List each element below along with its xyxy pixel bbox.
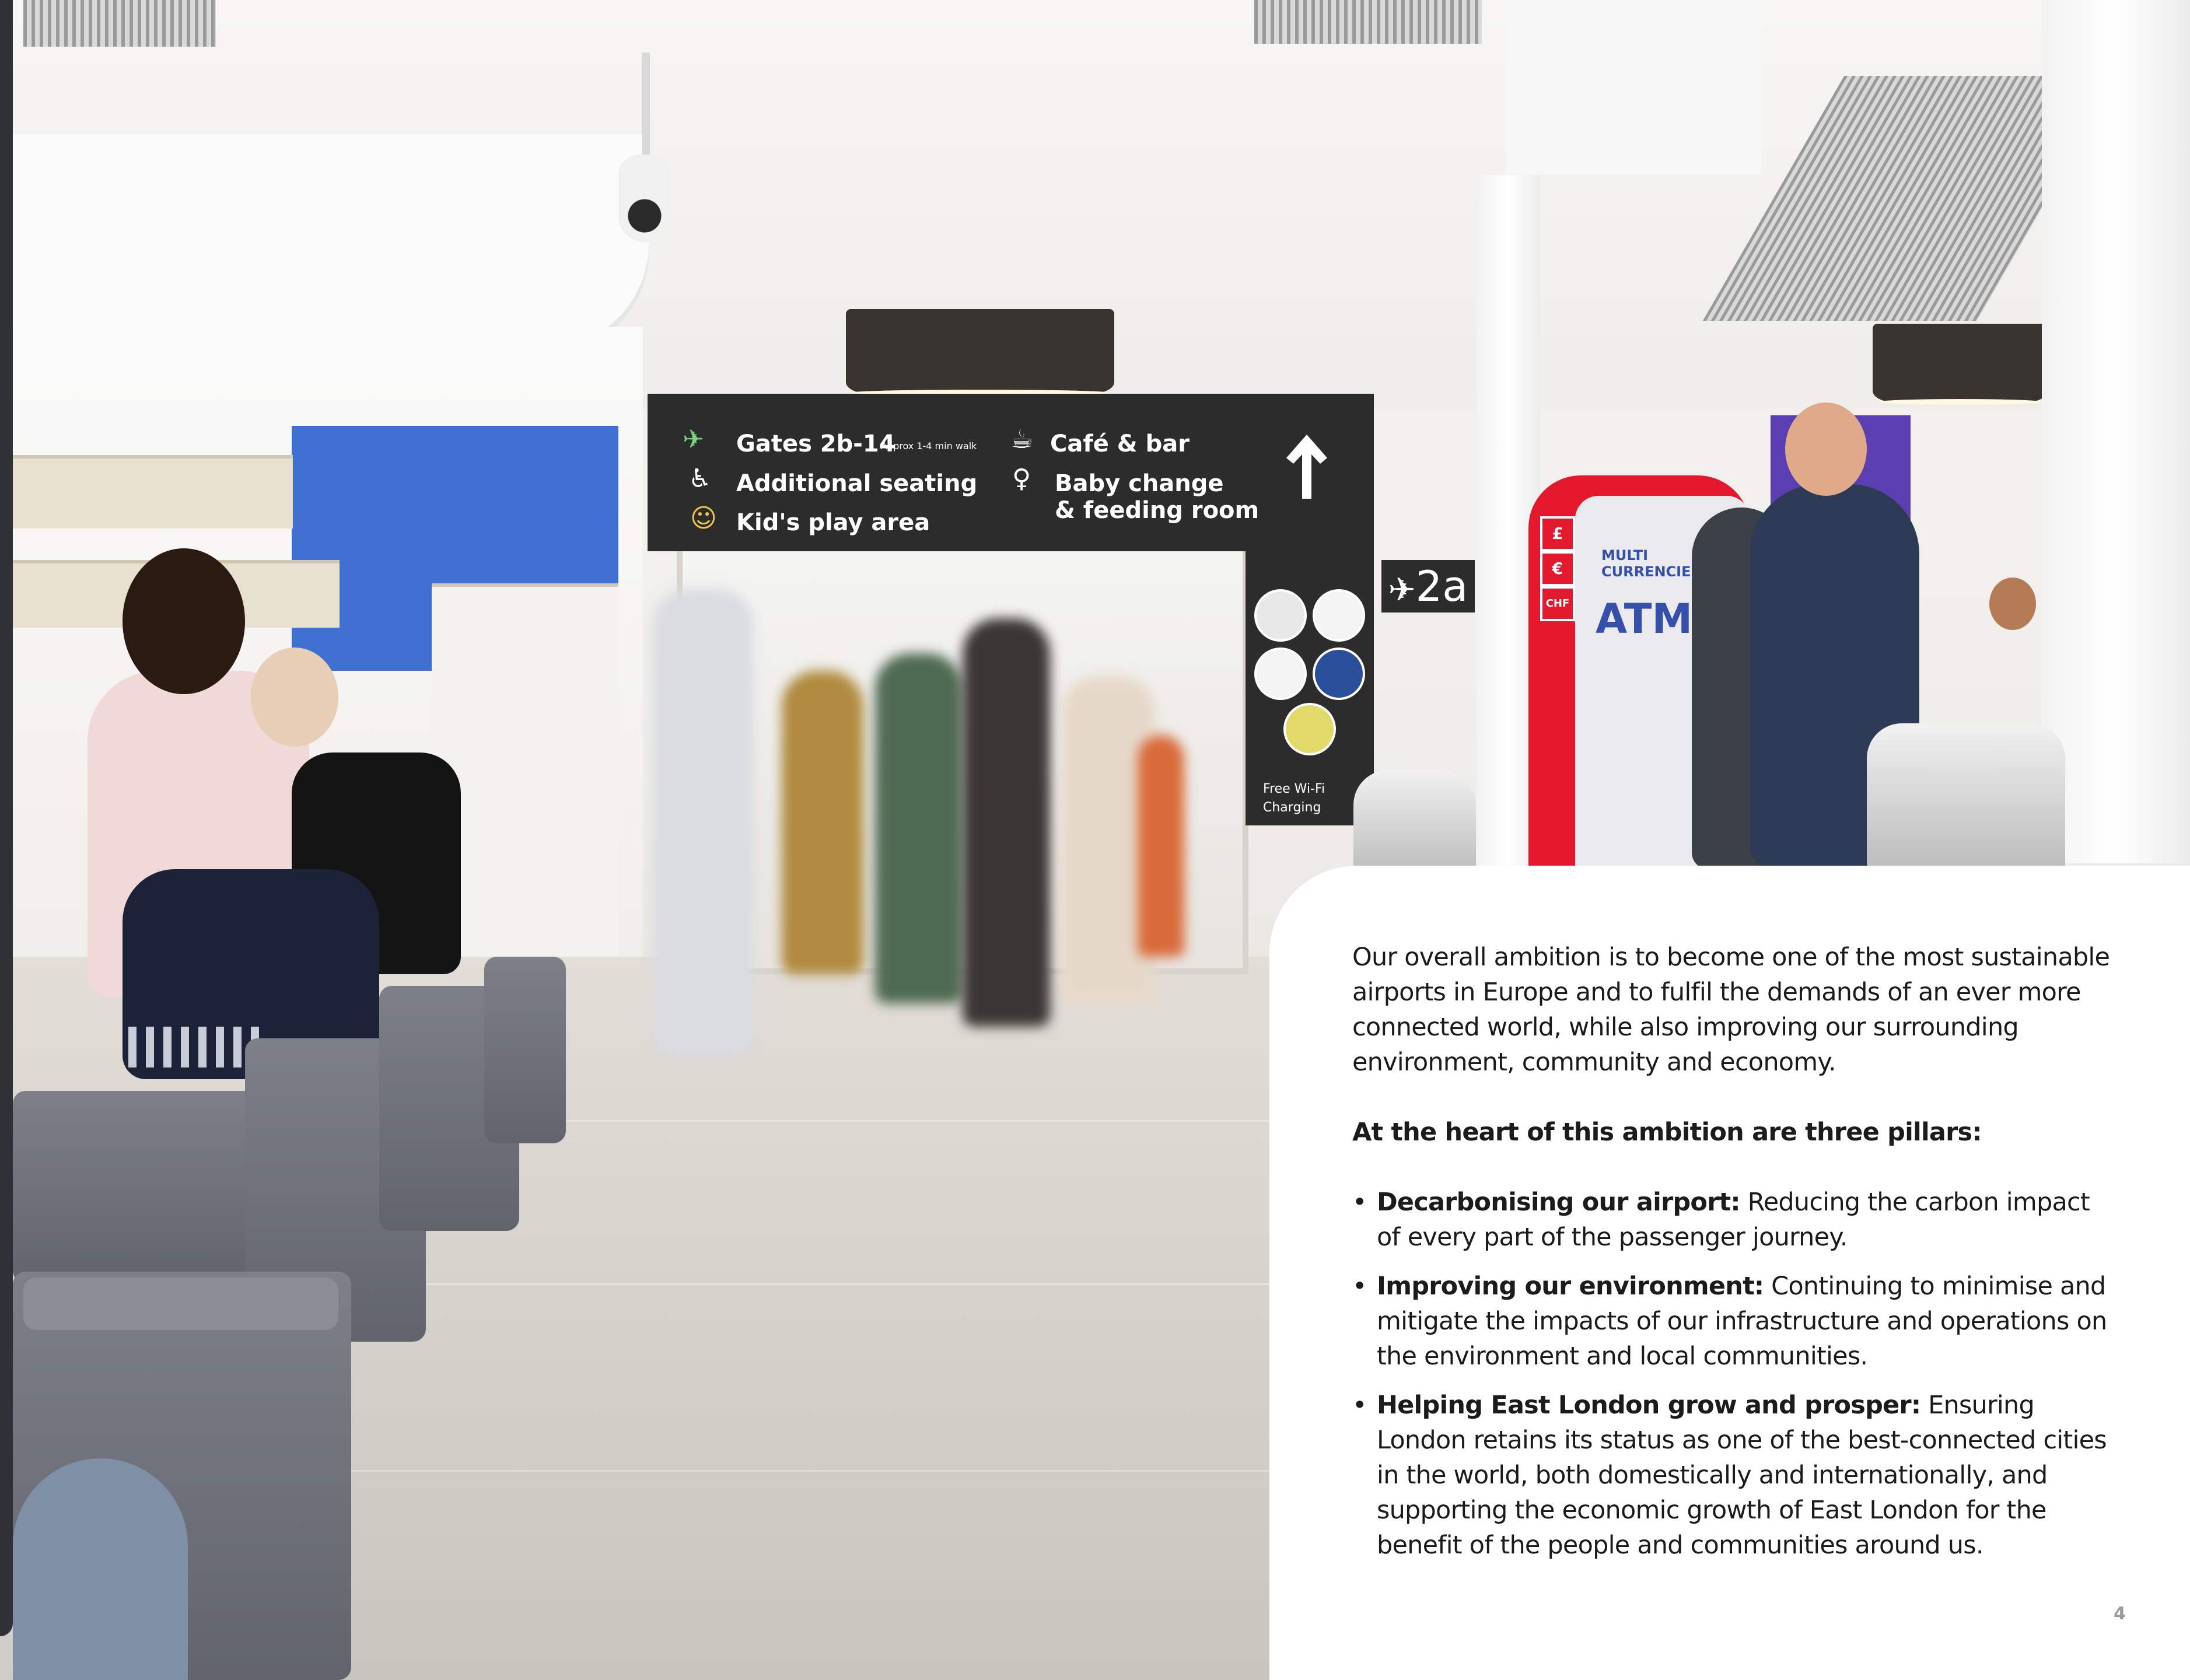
shop-shelf xyxy=(13,455,293,528)
sign-cafe: Café & bar xyxy=(1050,430,1190,457)
brand-badge xyxy=(1313,589,1365,642)
brand-badge xyxy=(1254,648,1307,700)
arrow-up-icon xyxy=(1286,435,1327,499)
pillar-east-london: • Helping East London grow and prosper: E… xyxy=(1352,1388,2111,1563)
shop-bulkhead xyxy=(13,134,649,356)
intro-paragraph: Our overall ambition is to become one of… xyxy=(1352,943,2110,1077)
coffee-cup-icon: ☕ xyxy=(1010,425,1034,454)
atm-multi-currencies: MULTI CURRENCIES xyxy=(1601,547,1701,580)
bullet-icon: • xyxy=(1352,1391,1367,1420)
ceiling-vent xyxy=(23,0,216,47)
sign-baby-change: Baby change xyxy=(1055,470,1224,497)
check-in-kiosk xyxy=(1353,770,1476,875)
brand-badge xyxy=(1313,648,1365,700)
atm-label: ATM xyxy=(1596,595,1693,643)
plane-icon: ✈ xyxy=(683,425,704,454)
pillar-environment: • Improving our environment: Continuing t… xyxy=(1352,1269,2111,1374)
seating-ottoman xyxy=(484,957,566,1143)
seat-icon: ♿ xyxy=(688,464,712,494)
check-in-kiosk xyxy=(1867,723,2065,869)
sign-wifi: Free Wi-Fi xyxy=(1263,782,1325,796)
seating-ottoman xyxy=(13,1091,270,1283)
seating-cushion xyxy=(13,1458,188,1680)
traveller-head xyxy=(251,648,338,747)
currency-chf: CHF xyxy=(1540,586,1575,621)
pillars-list: • Decarbonising our airport: Reducing the… xyxy=(1352,1185,2111,1563)
pillar-title: Decarbonising our airport: xyxy=(1377,1188,1741,1217)
sign-seating: Additional seating xyxy=(736,470,978,497)
sign-walk-time: Approx 1-4 min walk xyxy=(881,440,977,452)
traveller-head xyxy=(123,548,245,694)
card-body: Our overall ambition is to become one of… xyxy=(1352,940,2111,1577)
pendant-lamp xyxy=(1873,324,2048,402)
pillar xyxy=(2042,0,2190,863)
security-camera xyxy=(618,155,671,242)
pillar-title: Helping East London grow and prosper: xyxy=(1377,1391,1921,1420)
currency-euro: € xyxy=(1540,551,1575,586)
pillar-title: Improving our environment: xyxy=(1377,1272,1764,1301)
page-edge-tab xyxy=(0,0,13,1636)
play-icon: ☺ xyxy=(690,503,717,533)
pillars-heading: At the heart of this ambition are three … xyxy=(1352,1118,1982,1147)
brand-badge xyxy=(1254,589,1307,642)
traveller-head xyxy=(1989,578,2036,630)
sign-charging: Charging xyxy=(1263,800,1321,815)
bullet-icon: • xyxy=(1352,1188,1367,1217)
text-card: Our overall ambition is to become one of… xyxy=(1269,866,2190,1680)
sign-feeding-room: & feeding room xyxy=(1055,497,1260,524)
bullet-icon: • xyxy=(1352,1272,1367,1301)
pillar-decarbonising: • Decarbonising our airport: Reducing the… xyxy=(1352,1185,2111,1255)
baby-icon: ♀ xyxy=(1012,464,1031,494)
pendant-lamp xyxy=(846,309,1114,394)
wall xyxy=(1505,0,1762,175)
traveller-head xyxy=(1785,402,1867,496)
sign-play-area: Kid's play area xyxy=(736,509,930,536)
currency-pound: £ xyxy=(1540,516,1575,551)
page-number: 4 xyxy=(2114,1604,2126,1624)
sign-gates: Gates 2b-14 xyxy=(736,430,895,457)
brand-badge xyxy=(1283,703,1336,755)
gate-badge: ✈2a xyxy=(1381,560,1475,612)
plane-icon: ✈ xyxy=(1388,571,1416,609)
ceiling-vent xyxy=(1254,0,1482,44)
